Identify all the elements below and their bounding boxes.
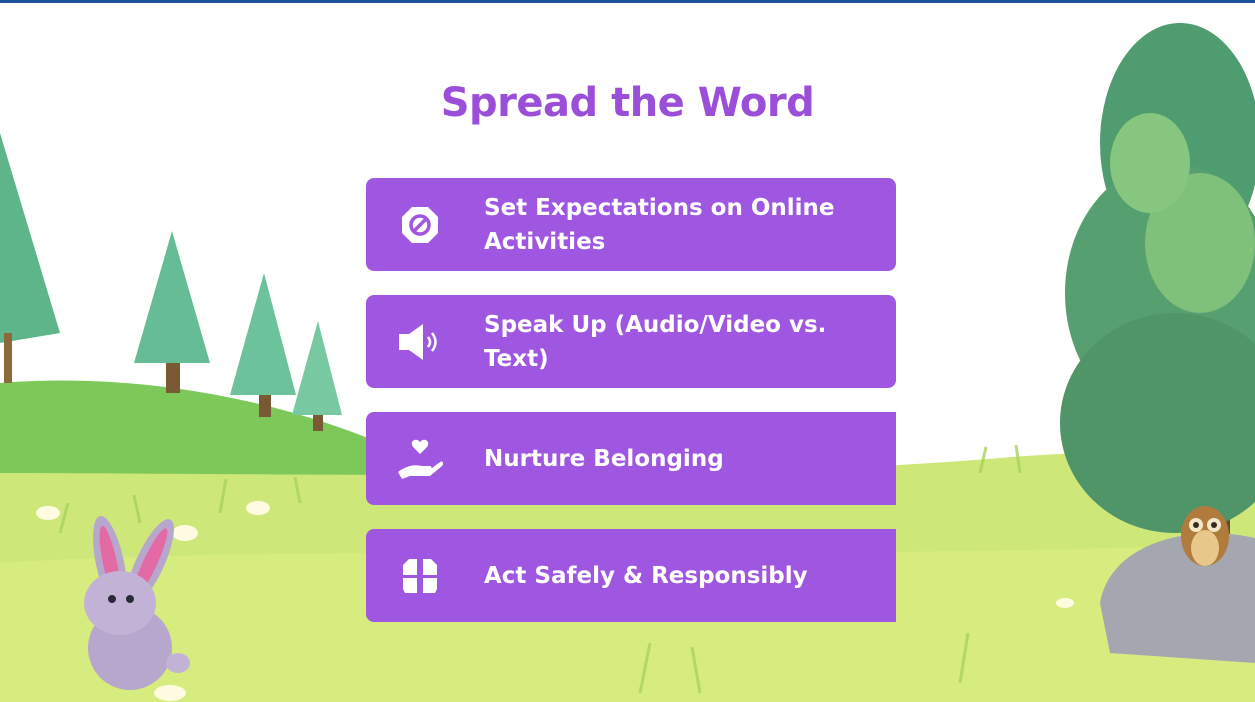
item-label: Act Safely & Responsibly — [484, 562, 808, 589]
item-card-act-safely[interactable]: Act Safely & Responsibly — [366, 529, 896, 622]
item-label: Set Expectations on Online Activities — [484, 194, 835, 255]
item-label: Speak Up (Audio/Video vs. Text) — [484, 311, 827, 372]
owl-illustration — [1181, 506, 1229, 566]
item-card-expectations[interactable]: Set Expectations on Online Activities — [366, 178, 896, 271]
slide-title: Spread the Word — [440, 80, 815, 126]
item-label: Nurture Belonging — [484, 445, 724, 472]
speaker-icon — [394, 316, 446, 368]
prohibited-icon — [394, 199, 446, 251]
life-vest-icon — [394, 550, 446, 602]
hand-heart-icon — [394, 433, 446, 485]
item-card-speak-up[interactable]: Speak Up (Audio/Video vs. Text) — [366, 295, 896, 388]
item-card-belonging[interactable]: Nurture Belonging — [366, 412, 896, 505]
